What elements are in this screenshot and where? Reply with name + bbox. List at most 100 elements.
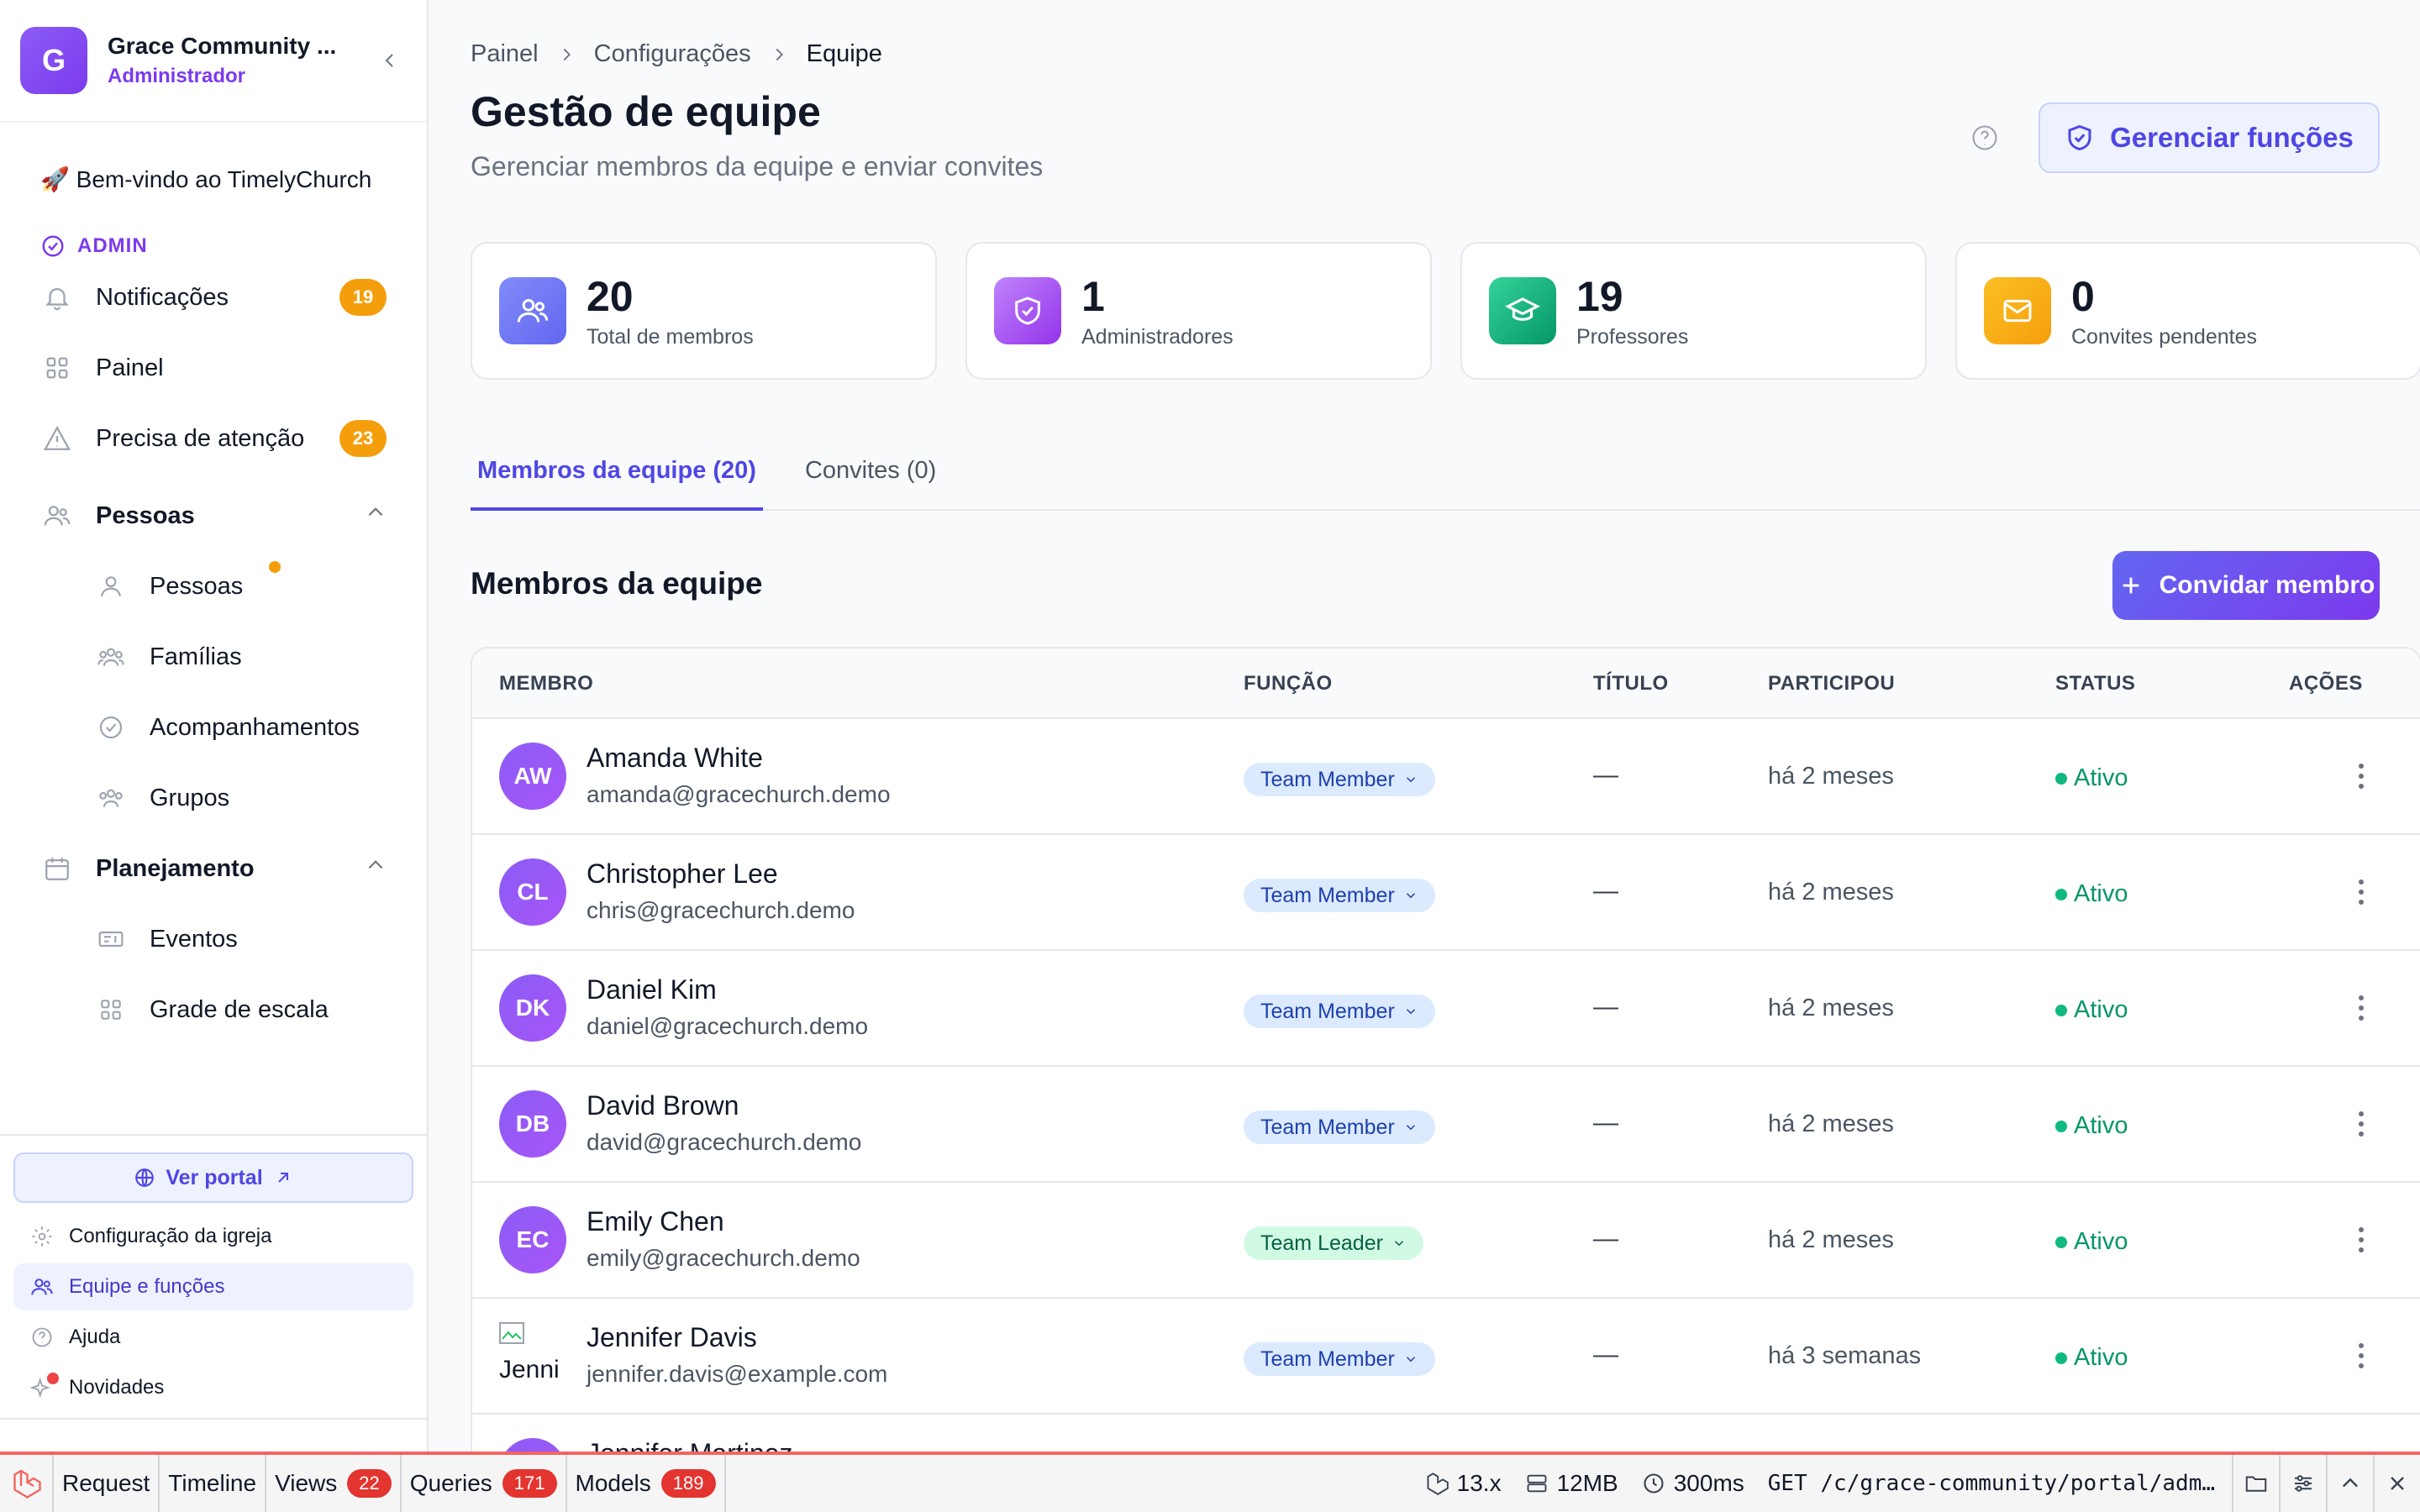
sidebar-item-people[interactable]: Pessoas xyxy=(20,551,407,622)
sidebar-item-follow-ups[interactable]: Acompanhamentos xyxy=(20,692,407,763)
table-row[interactable]: Jenni Jennifer Davis jennifer.davis@exam… xyxy=(472,1299,2420,1415)
breadcrumb-dashboard[interactable]: Painel xyxy=(471,40,539,68)
sidebar-item-families[interactable]: Famílias xyxy=(20,622,407,692)
chevron-up-icon[interactable] xyxy=(365,501,387,530)
role-select[interactable]: Team Member xyxy=(1244,879,1435,912)
folder-icon[interactable] xyxy=(2232,1455,2279,1512)
role-select[interactable]: Team Leader xyxy=(1244,1226,1423,1260)
sidebar-item-team-roles[interactable]: Equipe e funções xyxy=(13,1263,413,1310)
sidebar-item-dashboard[interactable]: Painel xyxy=(20,333,407,403)
chevron-up-icon[interactable] xyxy=(2326,1455,2373,1512)
sidebar-item-events[interactable]: Eventos xyxy=(20,904,407,974)
sidebar-item-needs-attention[interactable]: Precisa de atenção 23 xyxy=(20,403,407,474)
plus-icon xyxy=(2123,577,2139,594)
stat-value: 0 xyxy=(2071,272,2095,320)
debug-tab-label: Models xyxy=(575,1470,651,1496)
table-row[interactable]: Jennifer Martinez xyxy=(472,1415,2420,1452)
grid-icon xyxy=(40,351,74,385)
sidebar-item-label: Ajuda xyxy=(69,1326,121,1348)
member-email: amanda@gracechurch.demo xyxy=(587,781,891,807)
table-row[interactable]: EC Emily Chen emily@gracechurch.demo Tea… xyxy=(472,1183,2420,1299)
broken-image-icon xyxy=(499,1322,524,1344)
column-header-member: MEMBRO xyxy=(499,672,594,695)
users-icon xyxy=(40,499,74,533)
more-actions-icon[interactable] xyxy=(2344,1339,2378,1373)
attention-count-badge: 23 xyxy=(339,420,387,457)
chevron-right-icon xyxy=(557,45,576,64)
tab-invites[interactable]: Convites (0) xyxy=(798,445,943,511)
chevron-down-icon xyxy=(1406,1009,1415,1015)
sidebar-item-label: Configuração da igreja xyxy=(69,1225,272,1247)
more-actions-icon[interactable] xyxy=(2344,875,2378,909)
member-title: — xyxy=(1593,1109,1618,1137)
role-select[interactable]: Team Member xyxy=(1244,1342,1435,1376)
sidebar-item-notifications[interactable]: Notificações 19 xyxy=(20,262,407,333)
more-actions-icon[interactable] xyxy=(2344,759,2378,793)
table-row[interactable]: CL Christopher Lee chris@gracechurch.dem… xyxy=(472,835,2420,951)
sidebar-item-church-settings[interactable]: Configuração da igreja xyxy=(13,1213,413,1260)
debug-bar: Request Timeline Views 22 Queries 171 Mode… xyxy=(0,1452,2420,1512)
role-select[interactable]: Team Member xyxy=(1244,763,1435,796)
debug-tab-views[interactable]: Views 22 xyxy=(266,1455,402,1512)
grid-icon xyxy=(94,993,128,1026)
laravel-logo-icon[interactable] xyxy=(0,1455,54,1512)
more-actions-icon[interactable] xyxy=(2344,1223,2378,1257)
family-icon xyxy=(94,640,128,674)
sidebar-item-whats-new[interactable]: Novidades xyxy=(13,1364,413,1411)
tab-bar: Membros da equipe (20) Convites (0) xyxy=(471,445,2420,511)
stat-card-administrators: 1 Administradores xyxy=(965,242,1432,380)
column-header-joined: PARTICIPOU xyxy=(1768,672,1896,695)
breadcrumb-settings[interactable]: Configurações xyxy=(594,40,751,68)
bell-icon xyxy=(40,281,74,314)
stat-value: 1 xyxy=(1081,272,1105,320)
column-header-actions: AÇÕES xyxy=(2289,672,2363,695)
sidebar-nav[interactable]: 🚀 Bem-vindo ao TimelyChurch ADMIN Notifi… xyxy=(0,124,427,1139)
table-row[interactable]: AW Amanda White amanda@gracechurch.demo … xyxy=(472,719,2420,835)
debug-tab-label: Request xyxy=(62,1470,150,1496)
tab-team-members[interactable]: Membros da equipe (20) xyxy=(471,445,763,511)
broken-avatar-image: Jenni xyxy=(499,1322,566,1389)
view-portal-button[interactable]: Ver portal xyxy=(13,1152,413,1203)
welcome-message[interactable]: 🚀 Bem-vindo ao TimelyChurch xyxy=(20,124,407,197)
sidebar-item-schedule-grid[interactable]: Grade de escala xyxy=(20,974,407,1045)
table-row[interactable]: DK Daniel Kim daniel@gracechurch.demo Te… xyxy=(472,951,2420,1067)
sidebar-item-help[interactable]: Ajuda xyxy=(13,1314,413,1361)
org-avatar[interactable]: G xyxy=(20,27,87,94)
user-icon xyxy=(94,570,128,603)
sidebar: G Grace Community ... Administrador 🚀 Be… xyxy=(0,0,429,1452)
debug-tab-timeline[interactable]: Timeline xyxy=(160,1455,267,1512)
role-select[interactable]: Team Member xyxy=(1244,1110,1435,1144)
sidebar-item-label: Eventos xyxy=(150,925,238,953)
chevron-right-icon xyxy=(770,45,788,64)
close-icon[interactable] xyxy=(2373,1455,2420,1512)
sidebar-section-planning[interactable]: Planejamento xyxy=(20,833,407,904)
status-badge: Ativo xyxy=(2055,1228,2128,1256)
invite-member-button[interactable]: Convidar membro xyxy=(2112,551,2380,620)
debug-route: GET /c/grace-community/portal/adm… xyxy=(1767,1471,2215,1496)
invite-member-label: Convidar membro xyxy=(2159,571,2375,599)
more-actions-icon[interactable] xyxy=(2344,1107,2378,1141)
section-label: Pessoas xyxy=(96,501,195,529)
collapse-sidebar-icon[interactable] xyxy=(373,44,407,77)
debug-tab-queries[interactable]: Queries 171 xyxy=(402,1455,567,1512)
role-select[interactable]: Team Member xyxy=(1244,995,1435,1028)
sidebar-section-people[interactable]: Pessoas xyxy=(20,480,407,551)
manage-roles-button[interactable]: Gerenciar funções xyxy=(2039,102,2380,173)
debug-tab-request[interactable]: Request xyxy=(54,1455,160,1512)
debug-tab-label: Queries xyxy=(409,1470,492,1496)
debug-tab-models[interactable]: Models 189 xyxy=(567,1455,726,1512)
member-joined: há 2 meses xyxy=(1768,995,1894,1021)
sidebar-item-groups[interactable]: Grupos xyxy=(20,763,407,833)
table-row[interactable]: DB David Brown david@gracechurch.demo Te… xyxy=(472,1067,2420,1183)
help-circle-icon[interactable] xyxy=(1968,121,2002,155)
more-actions-icon[interactable] xyxy=(2344,991,2378,1025)
debug-time: 300ms xyxy=(1642,1470,1744,1497)
org-info[interactable]: Grace Community ... Administrador xyxy=(108,33,373,88)
stat-card-total-members: 20 Total de membros xyxy=(471,242,937,380)
page-title: Gestão de equipe xyxy=(471,88,821,135)
settings-sliders-icon[interactable] xyxy=(2279,1455,2326,1512)
users-icon xyxy=(499,277,566,344)
member-title: — xyxy=(1593,1341,1618,1368)
role-label: Team Member xyxy=(1260,1347,1395,1371)
chevron-up-icon[interactable] xyxy=(365,854,387,883)
